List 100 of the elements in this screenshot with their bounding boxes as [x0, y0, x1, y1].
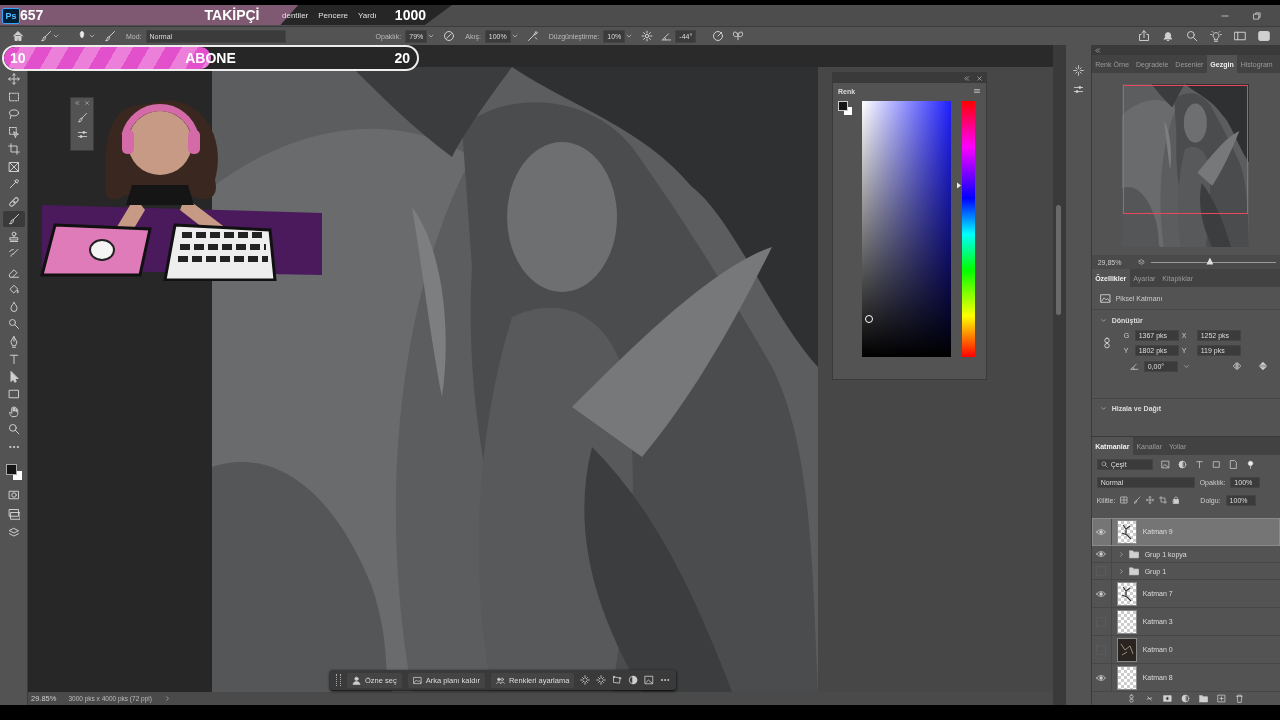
- smart-object-icon[interactable]: [1228, 459, 1238, 469]
- chevron-icon[interactable]: [1117, 567, 1125, 575]
- brush-icon[interactable]: [104, 30, 116, 42]
- caret-icon[interactable]: [88, 32, 96, 40]
- brush-icon[interactable]: [40, 30, 52, 42]
- menu-icon[interactable]: [973, 87, 981, 95]
- color-swatches[interactable]: [5, 464, 22, 480]
- stamp-icon: [7, 230, 20, 243]
- pen-icon: [7, 335, 20, 348]
- people-icon: [495, 675, 505, 685]
- transform-icon[interactable]: [612, 675, 623, 685]
- settings-icon[interactable]: [641, 30, 654, 42]
- screen-mode-icon[interactable]: [7, 508, 20, 520]
- layer-thumbnail: [1116, 581, 1137, 606]
- chevron-icon[interactable]: [163, 695, 171, 702]
- folder-icon[interactable]: [1128, 549, 1139, 559]
- chevron-icon[interactable]: [1117, 550, 1125, 558]
- layer-thumbnail: [1116, 519, 1137, 544]
- sparkle-icon[interactable]: [580, 675, 591, 685]
- slider-thumb[interactable]: [1206, 257, 1214, 265]
- color-field[interactable]: [862, 101, 951, 357]
- scrollbar[interactable]: [1056, 205, 1062, 315]
- image-icon[interactable]: [1099, 292, 1111, 304]
- image-filter-icon[interactable]: [1160, 459, 1170, 469]
- pen-pressure-icon[interactable]: [443, 30, 456, 42]
- sliders-icon[interactable]: [1072, 84, 1084, 95]
- rectangle-icon: [7, 388, 20, 400]
- cube-icon[interactable]: [1258, 30, 1270, 42]
- caret-icon[interactable]: [625, 32, 634, 40]
- angle-icon[interactable]: [661, 30, 673, 42]
- search-icon: [1100, 460, 1108, 468]
- share-icon[interactable]: [1138, 30, 1150, 42]
- crop-icon: [7, 143, 20, 155]
- mask-icon[interactable]: [1163, 694, 1173, 703]
- brush-icon[interactable]: [1133, 496, 1142, 504]
- bell-icon[interactable]: [1162, 30, 1174, 42]
- flip-vertical-icon[interactable]: [1257, 361, 1268, 371]
- angle-icon[interactable]: [1129, 361, 1139, 371]
- image-icon: [412, 675, 422, 685]
- move-icon[interactable]: [1146, 496, 1155, 504]
- close-icon[interactable]: [976, 74, 983, 82]
- slider-thumb[interactable]: [957, 182, 961, 189]
- caret-icon[interactable]: [427, 32, 436, 40]
- workspace-icon[interactable]: [1234, 30, 1246, 42]
- image-filter-icon[interactable]: [644, 675, 655, 685]
- bandage-icon: [7, 195, 20, 208]
- lasso-icon: [7, 108, 20, 120]
- symmetry-icon[interactable]: [732, 30, 745, 42]
- caret-icon[interactable]: [52, 32, 60, 40]
- person-icon: [352, 675, 361, 685]
- new-layer-icon[interactable]: [1217, 694, 1227, 703]
- adjustment-icon[interactable]: [1181, 694, 1191, 703]
- caret-icon[interactable]: [1099, 404, 1107, 412]
- eye-icon: [1096, 526, 1107, 537]
- search-icon[interactable]: [1186, 30, 1198, 42]
- sliders-icon[interactable]: [76, 129, 88, 140]
- dashed-rectangle-icon: [7, 90, 20, 103]
- menu-item[interactable]: Pencere: [318, 11, 349, 20]
- collapse-icon[interactable]: [1093, 46, 1101, 54]
- lock-icon[interactable]: [1172, 496, 1181, 504]
- folder-icon[interactable]: [1128, 566, 1139, 576]
- caret-icon[interactable]: [510, 32, 519, 40]
- paint-bucket-icon: [7, 283, 20, 295]
- color-swatches[interactable]: [838, 101, 852, 115]
- brush-icon[interactable]: [76, 112, 88, 123]
- trash-icon[interactable]: [1235, 694, 1245, 703]
- goal-target: 1000: [394, 7, 426, 23]
- flip-horizontal-icon[interactable]: [1231, 361, 1242, 371]
- sparkle-icon[interactable]: [1072, 65, 1084, 76]
- brush-tool[interactable]: [2, 211, 25, 227]
- layers-icon[interactable]: [1137, 258, 1145, 266]
- shape-icon[interactable]: [1211, 459, 1221, 469]
- brush-icon: [7, 213, 20, 225]
- target-icon[interactable]: [712, 30, 725, 42]
- restore-icon[interactable]: [1252, 10, 1262, 21]
- light-bulb-icon[interactable]: [1210, 30, 1222, 42]
- caret-icon[interactable]: [1099, 316, 1107, 324]
- menu-item[interactable]: dentiler: [282, 11, 309, 20]
- magic-cursor-icon[interactable]: [596, 675, 607, 685]
- eyedropper-icon: [7, 178, 20, 190]
- quick-mask-icon[interactable]: [7, 489, 20, 501]
- folder-icon[interactable]: [1199, 694, 1209, 703]
- eye-icon: [1096, 588, 1107, 599]
- adjustment-icon[interactable]: [1177, 459, 1187, 469]
- home-icon[interactable]: [12, 30, 24, 42]
- layer-thumbnail: [1116, 637, 1137, 662]
- checker-lock-icon[interactable]: [1120, 496, 1129, 504]
- contrast-icon[interactable]: [628, 675, 639, 685]
- close-icon[interactable]: [84, 100, 90, 106]
- caret-icon[interactable]: [1182, 362, 1190, 370]
- airbrush-icon[interactable]: [526, 30, 539, 42]
- collapse-icon[interactable]: [963, 74, 970, 82]
- layer-thumbnail: [1116, 665, 1137, 690]
- view-box-frame[interactable]: [1123, 85, 1249, 214]
- type-icon[interactable]: [1194, 459, 1204, 469]
- eye-icon: [1096, 549, 1107, 559]
- layers-icon[interactable]: [7, 527, 20, 539]
- menu-item[interactable]: Yardı: [358, 11, 377, 20]
- dot-icon[interactable]: [1245, 459, 1255, 469]
- artboard-icon[interactable]: [1159, 496, 1168, 504]
